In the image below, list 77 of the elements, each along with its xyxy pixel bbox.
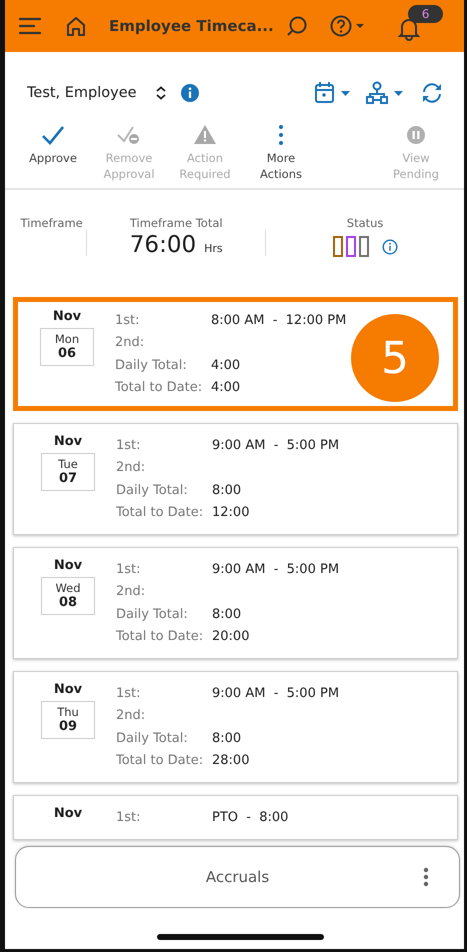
day-number: 09	[58, 719, 78, 734]
day-card[interactable]: Nov Thu 09 1st: 9:00 AM - 5:00 PM 2nd: Daily Total: 8:00 Total to Date: 28:00	[13, 671, 458, 783]
day-number: 07	[58, 471, 78, 486]
row-label: 1st:	[115, 312, 141, 328]
row-label: 1st:	[116, 810, 142, 825]
hours-unit: Hrs	[204, 242, 223, 255]
day-card[interactable]: Nov Tue 07 1st: 9:00 AM - 5:00 PM 2nd: Daily Total: 8:00 Total to Date: 12:00	[13, 423, 458, 535]
day-card[interactable]: Nov Mon 06 1st: 8:00 AM - 12:00 PM 2nd: Daily Total: 4:00 Total to Date: 4:00 5	[13, 297, 458, 411]
month-label: Nov	[54, 434, 82, 449]
row-value: 9:00 AM - 5:00 PM	[212, 686, 340, 701]
hierarchy-icon[interactable]	[366, 81, 406, 105]
row-value: 4:00	[211, 380, 240, 396]
weekday-label: Wed	[55, 582, 81, 595]
weekday-label: Thu	[57, 706, 79, 719]
row-value: 12:00	[212, 505, 250, 520]
row-label: Daily Total:	[115, 358, 188, 373]
day-card[interactable]: Nov 1st: PTO - 8:00	[13, 795, 458, 840]
info-icon[interactable]	[180, 84, 199, 102]
row-label: 1st:	[116, 686, 142, 701]
weekday-label: Mon	[54, 333, 80, 346]
row-value: PTO - 8:00	[212, 810, 288, 825]
row-value: 4:00	[211, 358, 240, 373]
bottom-sheet[interactable]: Accruals	[15, 846, 460, 908]
search-icon[interactable]	[286, 15, 308, 37]
more-icon[interactable]	[423, 867, 429, 887]
month-label: Nov	[52, 309, 82, 324]
total-hours: 76:00	[130, 232, 196, 258]
weekday-label: Tue	[58, 458, 78, 471]
row-label: Total to Date:	[116, 753, 204, 768]
month-label: Nov	[54, 682, 82, 697]
pause-icon	[405, 124, 427, 146]
info-icon[interactable]	[382, 238, 398, 254]
page-title: Employee Timeca...	[109, 17, 274, 35]
menu-icon[interactable]	[19, 17, 41, 35]
row-label: 2nd:	[116, 460, 146, 476]
remove-check-icon	[117, 124, 141, 146]
action-button[interactable]: Approve	[15, 124, 91, 188]
row-value: 8:00 AM - 12:00 PM	[211, 312, 346, 328]
row-value: 8:00	[212, 482, 242, 498]
row-label: Daily Total:	[116, 730, 189, 746]
notification-badge: 6	[408, 5, 444, 23]
day-number: 08	[58, 595, 78, 610]
sheet-title: Accruals	[206, 868, 270, 886]
timeframe-label: Timeframe	[20, 216, 83, 230]
row-label: 2nd:	[116, 584, 146, 600]
total-label: Timeframe Total	[130, 216, 223, 230]
step-badge: 5	[351, 314, 439, 402]
status-label: Status	[346, 216, 384, 230]
row-value: 9:00 AM - 5:00 PM	[212, 438, 340, 453]
employee-name[interactable]: Test, Employee	[27, 85, 137, 101]
home-icon[interactable]	[65, 15, 87, 37]
calendar-icon[interactable]	[314, 81, 352, 105]
row-label: Daily Total:	[116, 482, 189, 498]
row-label: 2nd:	[115, 335, 146, 350]
row-value: 20:00	[212, 629, 250, 644]
row-label: 2nd:	[116, 708, 146, 724]
action-button[interactable]: More Actions	[243, 124, 319, 188]
checkmark-icon	[41, 124, 65, 146]
row-label: Daily Total:	[116, 606, 189, 622]
more-icon	[278, 124, 284, 146]
row-value: 28:00	[212, 753, 250, 768]
month-label: Nov	[54, 558, 82, 573]
sort-icon[interactable]	[154, 86, 167, 100]
row-label: Total to Date:	[115, 380, 204, 396]
day-card[interactable]: Nov Wed 08 1st: 9:00 AM - 5:00 PM 2nd: Daily Total: 8:00 Total to Date: 20:00	[13, 547, 458, 659]
row-value: 8:00	[212, 606, 242, 622]
day-number: 06	[58, 346, 76, 361]
month-label: Nov	[54, 806, 82, 821]
bell-icon[interactable]	[398, 17, 420, 41]
refresh-icon[interactable]	[420, 81, 444, 105]
row-label: Total to Date:	[116, 505, 204, 520]
row-value: 8:00	[212, 730, 242, 746]
row-value: 9:00 AM - 5:00 PM	[212, 562, 340, 577]
row-label: Total to Date:	[116, 629, 204, 644]
warning-icon	[193, 124, 217, 146]
row-label: 1st:	[116, 438, 142, 453]
row-label: 1st:	[116, 562, 142, 577]
